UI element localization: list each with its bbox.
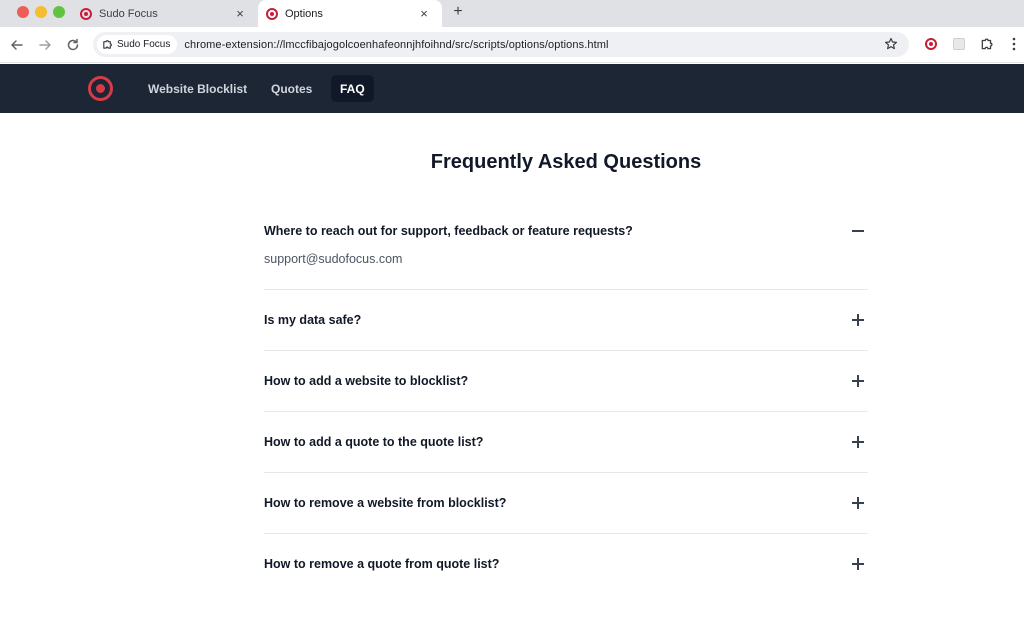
sudo-focus-favicon-icon [80, 7, 92, 20]
close-tab-icon[interactable]: × [232, 6, 248, 22]
extensions-puzzle-icon[interactable] [979, 36, 995, 52]
nav-website-blocklist[interactable]: Website Blocklist [139, 75, 256, 102]
chip-label: Sudo Focus [117, 39, 171, 50]
faq-question-text: How to remove a website from blocklist? [264, 496, 507, 510]
faq-item: How to add a quote to the quote list? [264, 412, 868, 473]
faq-question-button[interactable]: How to remove a website from blocklist? [264, 473, 868, 533]
browser-tab-options[interactable]: Options × [258, 0, 442, 27]
reload-icon[interactable] [64, 36, 82, 54]
faq-item: How to remove a quote from quote list? [264, 534, 868, 594]
new-tab-icon[interactable]: + [449, 3, 467, 21]
back-icon[interactable] [8, 36, 26, 54]
faq-question-text: How to add a quote to the quote list? [264, 435, 484, 449]
faq-question-text: How to add a website to blocklist? [264, 374, 469, 388]
browser-tab-sudo-focus[interactable]: Sudo Focus × [72, 0, 258, 27]
puzzle-icon [103, 40, 112, 49]
menu-icon[interactable] [1006, 36, 1022, 52]
faq-question-button[interactable]: How to remove a quote from quote list? [264, 534, 868, 594]
sudo-focus-favicon-icon [266, 7, 278, 20]
app-navbar: Website Blocklist Quotes FAQ [0, 64, 1024, 113]
faq-question-text: Where to reach out for support, feedback… [264, 224, 633, 238]
sudo-focus-logo-icon[interactable] [88, 76, 113, 101]
plus-icon[interactable] [852, 375, 864, 387]
url-text[interactable]: chrome-extension://lmccfibajogolcoenhafe… [184, 39, 608, 51]
faq-question-button[interactable]: Is my data safe? [264, 290, 868, 350]
tab-strip: Sudo Focus × Options × + [0, 0, 1024, 27]
faq-accordion: Where to reach out for support, feedback… [264, 212, 868, 594]
tab-title: Sudo Focus [99, 7, 158, 20]
faq-question-button[interactable]: Where to reach out for support, feedback… [264, 212, 868, 250]
faq-question-button[interactable]: How to add a website to blocklist? [264, 351, 868, 411]
faq-question-text: Is my data safe? [264, 313, 362, 327]
faq-answer-text: support@sudofocus.com [264, 252, 403, 266]
plus-icon[interactable] [852, 558, 864, 570]
nav-quotes[interactable]: Quotes [262, 75, 321, 102]
faq-item: How to remove a website from blocklist? [264, 473, 868, 534]
window-minimize-button[interactable] [35, 6, 47, 18]
faq-question-text: How to remove a quote from quote list? [264, 557, 500, 571]
minus-icon[interactable] [852, 225, 864, 237]
plus-icon[interactable] [852, 314, 864, 326]
forward-icon[interactable] [36, 36, 54, 54]
window-close-button[interactable] [17, 6, 29, 18]
browser-toolbar: Sudo Focus chrome-extension://lmccfibajo… [0, 27, 1024, 63]
close-tab-icon[interactable]: × [416, 6, 432, 22]
address-bar[interactable]: Sudo Focus chrome-extension://lmccfibajo… [93, 32, 909, 57]
faq-item: Where to reach out for support, feedback… [264, 212, 868, 290]
extension-origin-chip[interactable]: Sudo Focus [97, 35, 178, 54]
star-icon[interactable] [883, 36, 899, 52]
faq-item: How to add a website to blocklist? [264, 351, 868, 412]
faq-question-button[interactable]: How to add a quote to the quote list? [264, 412, 868, 472]
faq-item: Is my data safe? [264, 290, 868, 351]
plus-icon[interactable] [852, 436, 864, 448]
window-zoom-button[interactable] [53, 6, 65, 18]
extension-icon[interactable] [951, 36, 967, 52]
sudo-focus-extension-icon[interactable] [923, 36, 939, 52]
plus-icon[interactable] [852, 497, 864, 509]
tab-title: Options [285, 7, 323, 20]
nav-faq[interactable]: FAQ [331, 75, 374, 102]
page-title: Frequently Asked Questions [430, 151, 702, 173]
